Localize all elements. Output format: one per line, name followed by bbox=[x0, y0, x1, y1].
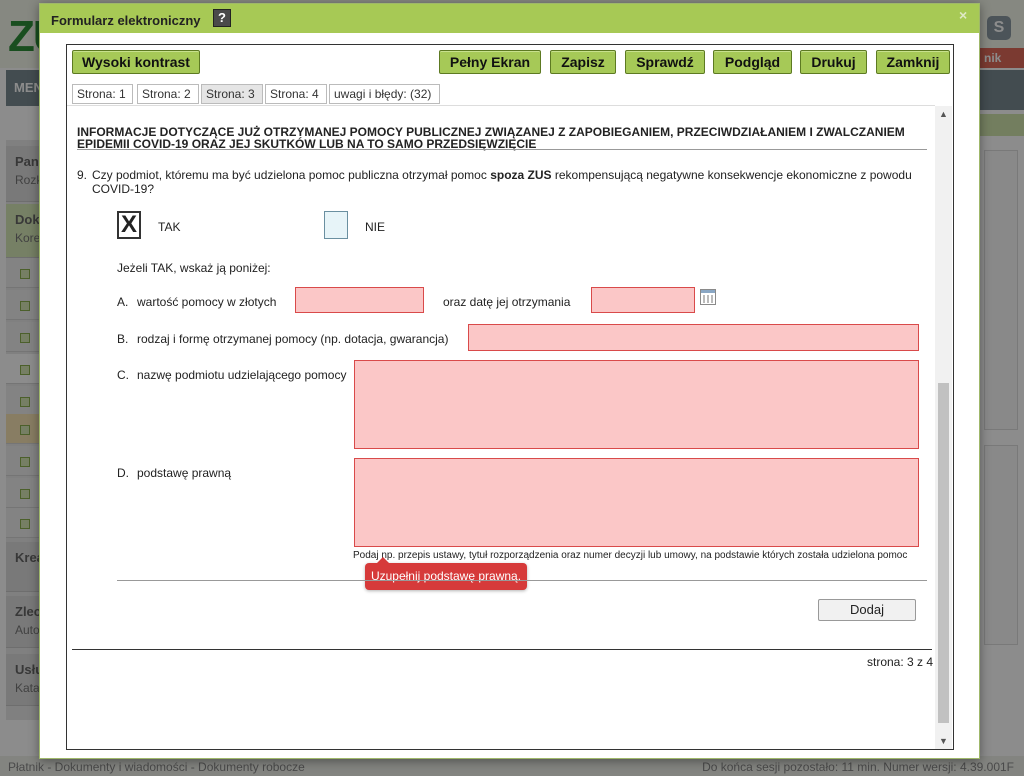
close-icon[interactable]: × bbox=[959, 7, 967, 23]
item-c-letter: C. bbox=[117, 368, 129, 382]
preview-button[interactable]: Podgląd bbox=[713, 50, 792, 74]
electronic-form-dialog: Formularz elektroniczny ? × Wysoki kontr… bbox=[39, 3, 980, 759]
item-a-date-label: oraz datę jej otrzymania bbox=[443, 295, 571, 309]
scroll-thumb[interactable] bbox=[938, 383, 949, 723]
form-frame: Wysoki kontrast Pełny Ekran Zapisz Spraw… bbox=[66, 44, 954, 750]
question-text: Czy podmiot, któremu ma być udzielona po… bbox=[92, 168, 912, 196]
aid-type-input[interactable] bbox=[468, 324, 919, 351]
item-c-label: nazwę podmiotu udzielającego pomocy bbox=[137, 368, 347, 382]
yes-label: TAK bbox=[158, 220, 181, 234]
check-button[interactable]: Sprawdź bbox=[625, 50, 705, 74]
aid-amount-input[interactable] bbox=[295, 287, 424, 313]
legal-basis-textarea[interactable] bbox=[354, 458, 919, 547]
tab-page-4[interactable]: Strona: 4 bbox=[265, 84, 327, 104]
fullscreen-button[interactable]: Pełny Ekran bbox=[439, 50, 541, 74]
tab-page-1[interactable]: Strona: 1 bbox=[72, 84, 133, 104]
tab-page-2[interactable]: Strona: 2 bbox=[137, 84, 199, 104]
question-text-part: Czy podmiot, któremu ma być udzielona po… bbox=[92, 168, 491, 182]
dialog-title: Formularz elektroniczny bbox=[51, 13, 201, 28]
item-a-label: wartość pomocy w złotych bbox=[137, 295, 277, 309]
dialog-titlebar[interactable]: Formularz elektroniczny ? × bbox=[40, 4, 979, 33]
save-button[interactable]: Zapisz bbox=[550, 50, 616, 74]
page-indicator: strona: 3 z 4 bbox=[867, 655, 934, 669]
form-content: INFORMACJE DOTYCZĄCE JUŻ OTRZYMANEJ POMO… bbox=[67, 105, 935, 749]
legal-basis-hint: Podaj np. przepis ustawy, tytuł rozporzą… bbox=[353, 550, 908, 561]
section-heading: INFORMACJE DOTYCZĄCE JUŻ OTRZYMANEJ POMO… bbox=[77, 125, 905, 151]
granting-entity-textarea[interactable] bbox=[354, 360, 919, 449]
item-d-label: podstawę prawną bbox=[137, 466, 232, 480]
item-b-letter: B. bbox=[117, 332, 129, 346]
vertical-scrollbar[interactable]: ▲ ▼ bbox=[935, 106, 952, 749]
close-button[interactable]: Zamknij bbox=[876, 50, 950, 74]
help-icon[interactable]: ? bbox=[213, 9, 231, 27]
question-text-bold: spoza ZUS bbox=[490, 168, 552, 182]
print-button[interactable]: Drukuj bbox=[800, 50, 867, 74]
yes-checkbox[interactable]: X bbox=[117, 211, 141, 239]
section-divider bbox=[77, 149, 927, 150]
validation-error-tooltip: Uzupełnij podstawę prawną. bbox=[365, 557, 527, 590]
tab-page-3[interactable]: Strona: 3 bbox=[201, 84, 263, 104]
if-yes-instruction: Jeżeli TAK, wskaż ją poniżej: bbox=[117, 261, 271, 275]
item-d-letter: D. bbox=[117, 466, 129, 480]
item-a-letter: A. bbox=[117, 295, 129, 309]
calendar-icon[interactable] bbox=[700, 289, 716, 305]
section-divider bbox=[117, 580, 927, 581]
no-label: NIE bbox=[365, 220, 386, 234]
add-button[interactable]: Dodaj bbox=[818, 599, 916, 621]
no-checkbox[interactable] bbox=[324, 211, 348, 239]
page-divider bbox=[72, 649, 932, 650]
scroll-down-arrow-icon[interactable]: ▼ bbox=[935, 733, 952, 749]
high-contrast-button[interactable]: Wysoki kontrast bbox=[72, 50, 200, 74]
scroll-up-arrow-icon[interactable]: ▲ bbox=[935, 106, 952, 123]
question-number: 9. bbox=[77, 168, 88, 182]
item-b-label: rodzaj i formę otrzymanej pomocy (np. do… bbox=[137, 332, 449, 346]
tab-remarks-errors[interactable]: uwagi i błędy: (32) bbox=[329, 84, 440, 104]
aid-date-input[interactable] bbox=[591, 287, 695, 313]
